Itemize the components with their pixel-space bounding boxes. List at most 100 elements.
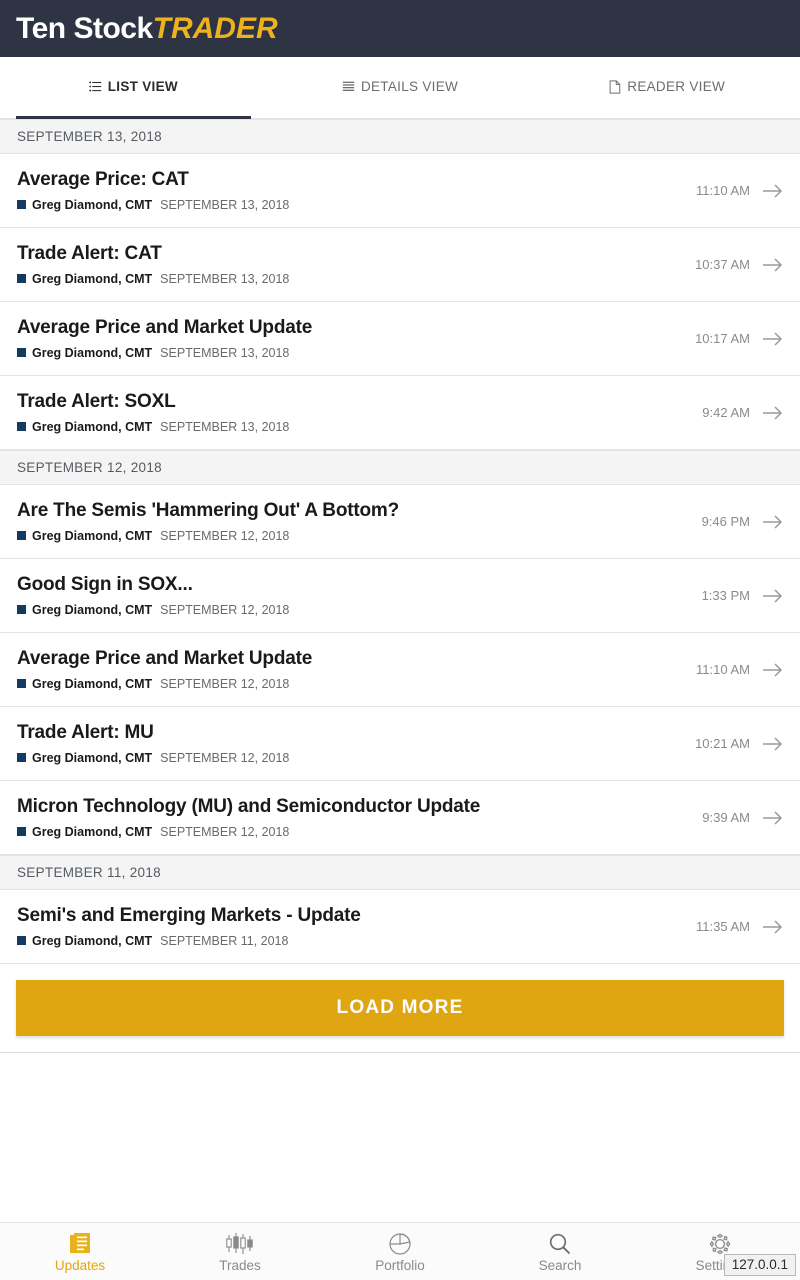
author-marker-icon (17, 936, 26, 946)
nav-item-trades[interactable]: Trades (160, 1223, 320, 1280)
nav-item-search[interactable]: Search (480, 1223, 640, 1280)
arrow-right-icon[interactable] (762, 514, 784, 530)
list-item-content: Average Price and Market Update Greg Diam… (17, 648, 686, 691)
list-item-right: 11:10 AM (686, 662, 784, 678)
list-item-content: Trade Alert: SOXL Greg Diamond, CMT SEPTEM… (17, 391, 692, 434)
author-marker-icon (17, 274, 26, 284)
list-item[interactable]: Micron Technology (MU) and Semiconductor… (0, 781, 800, 855)
list-item[interactable]: Semi's and Emerging Markets - Update Greg… (0, 890, 800, 964)
tab-reader-view-label: READER VIEW (627, 79, 726, 94)
list-item-meta: Greg Diamond, CMT SEPTEMBER 13, 2018 (17, 198, 686, 212)
list-item-date: SEPTEMBER 12, 2018 (160, 750, 290, 765)
author-marker-icon (17, 531, 26, 541)
load-more-button[interactable]: LOAD MORE (16, 980, 784, 1036)
load-more-container: LOAD MORE (0, 964, 800, 1053)
list-item-author: Greg Diamond, CMT (32, 197, 153, 212)
list-item-content: Are The Semis 'Hammering Out' A Bottom? G… (17, 500, 692, 543)
list-item-title: Average Price: CAT (17, 169, 189, 191)
arrow-right-icon[interactable] (762, 257, 784, 273)
list-item-time: 9:46 PM (701, 514, 750, 529)
list-item[interactable]: Are The Semis 'Hammering Out' A Bottom? G… (0, 485, 800, 559)
author-marker-icon (17, 200, 26, 210)
list-item-content: Micron Technology (MU) and Semiconductor… (17, 796, 692, 839)
list-item-title: Semi's and Emerging Markets - Update (17, 905, 361, 927)
list-item-right: 9:42 AM (692, 405, 784, 421)
tab-details-view[interactable]: DETAILS VIEW (267, 57, 534, 118)
list-item-meta: Greg Diamond, CMT SEPTEMBER 12, 2018 (17, 603, 692, 617)
list-item-meta: Greg Diamond, CMT SEPTEMBER 11, 2018 (17, 934, 686, 948)
list-item-date: SEPTEMBER 12, 2018 (160, 602, 290, 617)
arrow-right-icon[interactable] (762, 662, 784, 678)
candlestick-icon (225, 1231, 255, 1257)
list-item-content: Average Price and Market Update Greg Diam… (17, 317, 685, 360)
list-icon (89, 80, 102, 93)
list-item-time: 11:35 AM (696, 919, 750, 934)
updates-list: SEPTEMBER 13, 2018 Average Price: CAT Greg… (0, 119, 800, 964)
list-item-author: Greg Diamond, CMT (32, 824, 153, 839)
pie-chart-icon (388, 1231, 412, 1257)
list-item-date: SEPTEMBER 12, 2018 (160, 528, 290, 543)
list-item-right: 1:33 PM (692, 588, 784, 604)
arrow-right-icon[interactable] (762, 405, 784, 421)
list-item-title: Good Sign in SOX... (17, 574, 193, 596)
list-item-title: Micron Technology (MU) and Semiconductor… (17, 796, 481, 818)
list-item-author: Greg Diamond, CMT (32, 528, 153, 543)
list-item-content: Trade Alert: MU Greg Diamond, CMT SEPTEMBE… (17, 722, 685, 765)
list-item-meta: Greg Diamond, CMT SEPTEMBER 12, 2018 (17, 677, 686, 691)
list-item-author: Greg Diamond, CMT (32, 933, 153, 948)
list-item-date: SEPTEMBER 13, 2018 (160, 197, 290, 212)
list-item-right: 9:46 PM (692, 514, 784, 530)
list-item-title: Trade Alert: SOXL (17, 391, 176, 413)
list-item[interactable]: Good Sign in SOX... Greg Diamond, CMT SEPT… (0, 559, 800, 633)
list-item[interactable]: Average Price: CAT Greg Diamond, CMT SEPTE… (0, 154, 800, 228)
author-marker-icon (17, 827, 26, 837)
list-item-title: Trade Alert: CAT (17, 243, 162, 265)
arrow-right-icon[interactable] (762, 183, 784, 199)
list-item-time: 11:10 AM (696, 183, 750, 198)
list-item-time: 10:17 AM (695, 331, 750, 346)
list-item[interactable]: Trade Alert: CAT Greg Diamond, CMT SEPTEMB… (0, 228, 800, 302)
arrow-right-icon[interactable] (762, 810, 784, 826)
list-item-author: Greg Diamond, CMT (32, 602, 153, 617)
list-item-date: SEPTEMBER 13, 2018 (160, 419, 290, 434)
list-item-author: Greg Diamond, CMT (32, 345, 153, 360)
list-item-meta: Greg Diamond, CMT SEPTEMBER 12, 2018 (17, 751, 685, 765)
list-item-meta: Greg Diamond, CMT SEPTEMBER 13, 2018 (17, 420, 692, 434)
list-item-time: 9:39 AM (702, 810, 750, 825)
tab-list-view-label: LIST VIEW (107, 79, 178, 94)
arrow-right-icon[interactable] (762, 736, 784, 752)
nav-item-trades-label: Trades (219, 1257, 261, 1273)
list-item-date: SEPTEMBER 13, 2018 (160, 271, 290, 286)
author-marker-icon (17, 753, 26, 763)
date-group-header: SEPTEMBER 12, 2018 (0, 450, 800, 485)
list-item-title: Are The Semis 'Hammering Out' A Bottom? (17, 500, 399, 522)
list-item-time: 11:10 AM (696, 662, 750, 677)
list-item[interactable]: Average Price and Market Update Greg Diam… (0, 633, 800, 707)
tab-list-view[interactable]: LIST VIEW (0, 57, 267, 119)
details-icon (342, 80, 355, 93)
logo-text-primary: Ten Stock (16, 11, 153, 45)
list-item-date: SEPTEMBER 11, 2018 (160, 933, 289, 948)
updates-icon (69, 1231, 91, 1257)
list-item-author: Greg Diamond, CMT (32, 676, 153, 691)
list-item[interactable]: Trade Alert: SOXL Greg Diamond, CMT SEPTEM… (0, 376, 800, 450)
nav-item-portfolio[interactable]: Portfolio (320, 1223, 480, 1280)
list-item[interactable]: Average Price and Market Update Greg Diam… (0, 302, 800, 376)
tab-reader-view[interactable]: READER VIEW (533, 57, 800, 118)
list-item-content: Good Sign in SOX... Greg Diamond, CMT SEPT… (17, 574, 692, 617)
author-marker-icon (17, 605, 26, 615)
arrow-right-icon[interactable] (762, 919, 784, 935)
bottom-navigation: Updates Trades Portfolio Search Settings (0, 1222, 800, 1280)
nav-item-updates[interactable]: Updates (0, 1223, 160, 1280)
arrow-right-icon[interactable] (762, 331, 784, 347)
list-item-right: 9:39 AM (692, 810, 784, 826)
author-marker-icon (17, 679, 26, 689)
list-item-date: SEPTEMBER 12, 2018 (160, 676, 290, 691)
status-bubble: 127.0.0.1 (723, 1253, 796, 1276)
list-item-author: Greg Diamond, CMT (32, 750, 153, 765)
nav-item-portfolio-label: Portfolio (375, 1257, 425, 1273)
list-item[interactable]: Trade Alert: MU Greg Diamond, CMT SEPTEMBE… (0, 707, 800, 781)
arrow-right-icon[interactable] (762, 588, 784, 604)
list-item-meta: Greg Diamond, CMT SEPTEMBER 12, 2018 (17, 529, 692, 543)
list-item-date: SEPTEMBER 12, 2018 (160, 824, 290, 839)
